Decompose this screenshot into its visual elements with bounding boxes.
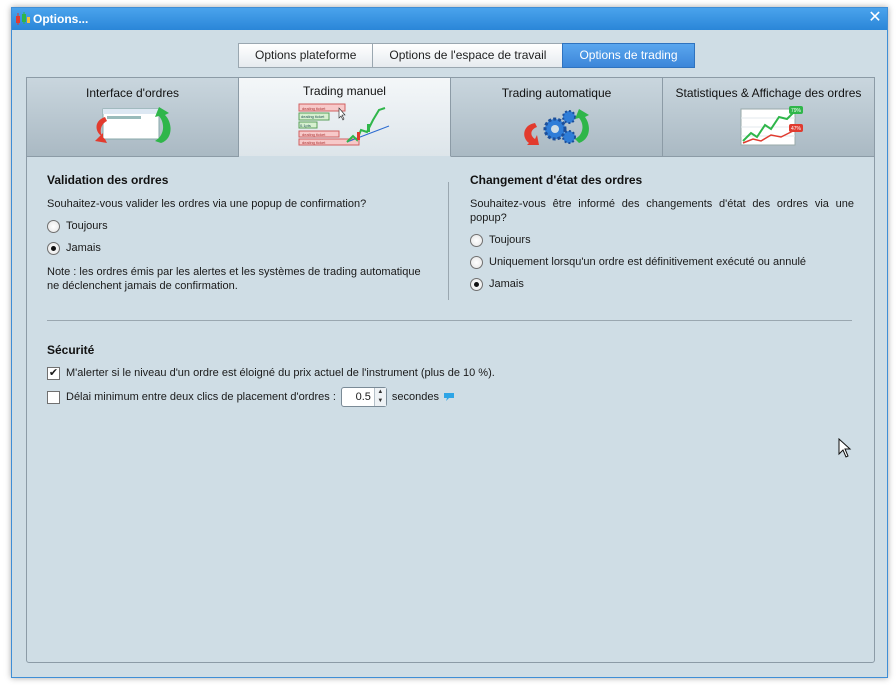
trading-options-content: Validation des ordres Souhaitez-vous val… <box>26 158 875 663</box>
security-heading: Sécurité <box>47 343 95 357</box>
app-candlestick-icon <box>16 12 30 25</box>
state-change-question: Souhaitez-vous être informé des changeme… <box>470 198 854 224</box>
state-change-section: Changement d'état des ordres Souhaitez-v… <box>470 173 854 291</box>
ticket-text-3: 0.1pts <box>300 123 311 128</box>
close-icon[interactable]: ✕ <box>867 10 883 26</box>
stepper-up-icon[interactable]: ▲ <box>374 388 386 397</box>
order-interface-icon <box>94 107 171 143</box>
click-delay-stepper[interactable]: 0.5 ▲ ▼ <box>340 387 387 407</box>
subtab-label: Trading automatique <box>501 86 612 100</box>
validation-heading: Validation des ordres <box>47 173 169 187</box>
radio-button[interactable] <box>470 233 483 247</box>
stepper-down-icon[interactable]: ▼ <box>374 397 386 406</box>
radio-button[interactable] <box>47 241 60 255</box>
validation-option-jamais[interactable]: Jamais <box>47 241 432 255</box>
radio-button[interactable] <box>470 277 483 291</box>
click-delay-value[interactable]: 0.5 <box>342 391 374 403</box>
info-bubble-icon[interactable] <box>443 392 455 402</box>
mouse-cursor-icon <box>838 438 852 458</box>
radio-label: Jamais <box>66 242 101 254</box>
state-option-jamais[interactable]: Jamais <box>470 277 854 291</box>
vertical-divider <box>448 182 449 300</box>
tab-options-plateforme[interactable]: Options plateforme <box>238 43 373 68</box>
options-window: Options... ✕ Options plateforme Options … <box>11 7 888 678</box>
statistics-icon: 79% 47% <box>740 106 803 146</box>
sub-tab-bar: Interface d'ordres Trading manuel dealin… <box>26 77 875 157</box>
horizontal-divider <box>47 320 852 321</box>
click-delay-unit: secondes <box>391 391 439 403</box>
radio-label: Uniquement lorsqu'un ordre est définitiv… <box>489 256 807 268</box>
ticket-text-5: dealing ticket <box>302 140 326 145</box>
security-section: Sécurité ✔ M'alerter si le niveau d'un o… <box>47 343 852 407</box>
state-option-toujours[interactable]: Toujours <box>470 233 854 247</box>
radio-label: Toujours <box>489 234 531 246</box>
validation-section: Validation des ordres Souhaitez-vous val… <box>47 173 432 293</box>
subtab-label: Trading manuel <box>303 84 386 98</box>
top-tab-bar: Options plateforme Options de l'espace d… <box>238 43 695 68</box>
state-option-uniquement[interactable]: Uniquement lorsqu'un ordre est définitiv… <box>470 255 854 269</box>
subtab-trading-automatique[interactable]: Trading automatique <box>451 77 663 157</box>
gears-icon <box>523 109 589 145</box>
alert-distance-label: M'alerter si le niveau d'un ordre est él… <box>66 367 495 379</box>
validation-question: Souhaitez-vous valider les ordres via un… <box>47 198 367 210</box>
tab-options-espace-travail[interactable]: Options de l'espace de travail <box>372 43 563 68</box>
stat-badge-red: 47% <box>791 126 802 132</box>
ticket-text-2: dealing ticket <box>301 114 325 119</box>
validation-note: Note : les ordres émis par les alertes e… <box>47 266 421 292</box>
alert-distance-option[interactable]: ✔ M'alerter si le niveau d'un ordre est … <box>47 365 852 381</box>
click-delay-label: Délai minimum entre deux clics de placem… <box>66 391 336 403</box>
click-delay-checkbox[interactable] <box>47 390 60 404</box>
state-change-heading: Changement d'état des ordres <box>470 173 643 187</box>
subtab-label: Interface d'ordres <box>85 86 179 100</box>
tab-options-trading[interactable]: Options de trading <box>562 43 695 68</box>
stepper-arrows: ▲ ▼ <box>373 388 386 406</box>
subtab-trading-manuel[interactable]: Trading manuel dealing ticket dealing ti… <box>239 77 451 157</box>
alert-distance-checkbox[interactable]: ✔ <box>47 366 60 380</box>
click-delay-option[interactable]: Délai minimum entre deux clics de placem… <box>47 387 852 407</box>
stat-badge-green: 79% <box>791 108 802 114</box>
radio-button[interactable] <box>47 219 60 233</box>
title-bar: Options... ✕ <box>12 8 887 30</box>
window-title: Options... <box>33 12 89 26</box>
ticket-text-4: dealing ticket <box>302 132 326 137</box>
subtab-interface-ordres[interactable]: Interface d'ordres <box>26 77 239 157</box>
radio-label: Jamais <box>489 278 524 290</box>
radio-label: Toujours <box>66 220 108 232</box>
validation-option-toujours[interactable]: Toujours <box>47 219 432 233</box>
ticket-text-1: dealing ticket <box>302 106 326 111</box>
manual-trading-icon: dealing ticket dealing ticket 0.1pts dea… <box>298 103 389 146</box>
radio-button[interactable] <box>470 255 483 269</box>
subtab-statistiques[interactable]: Statistiques & Affichage des ordres 79% … <box>663 77 875 157</box>
subtab-label: Statistiques & Affichage des ordres <box>675 86 862 100</box>
